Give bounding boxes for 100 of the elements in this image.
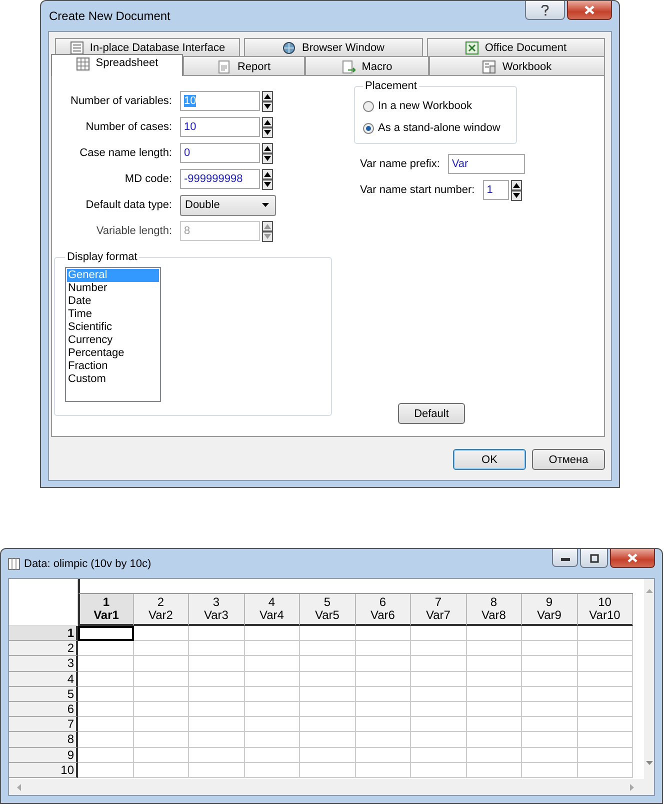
grid-cell[interactable]: [78, 732, 134, 748]
grid-cell[interactable]: [522, 641, 578, 656]
grid-cell[interactable]: [578, 702, 633, 718]
column-header[interactable]: 10 Var10: [578, 594, 633, 626]
text-field[interactable]: Var: [448, 154, 525, 174]
grid-cell[interactable]: [522, 732, 578, 748]
grid-cell[interactable]: [78, 656, 134, 672]
grid-cell[interactable]: [466, 732, 522, 748]
grid-cell[interactable]: [356, 748, 411, 763]
list-item[interactable]: Date: [67, 295, 159, 308]
grid-cell[interactable]: [578, 672, 633, 687]
grid-cell[interactable]: [134, 748, 189, 763]
grid-cell[interactable]: [78, 717, 134, 732]
grid-cell[interactable]: [300, 748, 356, 763]
grid-cell[interactable]: [244, 686, 300, 702]
grid-cell[interactable]: [134, 762, 189, 778]
row-header[interactable]: 6: [9, 702, 78, 718]
help-button[interactable]: [525, 1, 565, 20]
grid-cell[interactable]: [189, 702, 244, 718]
column-header[interactable]: 3 Var3: [189, 594, 244, 626]
spinner-button[interactable]: [510, 180, 522, 200]
spinner-button[interactable]: [262, 90, 273, 112]
tab[interactable]: Workbook: [429, 56, 605, 76]
tab[interactable]: Browser Window: [244, 38, 422, 56]
grid-cell[interactable]: [356, 717, 411, 732]
grid-cell[interactable]: [244, 762, 300, 778]
grid-cell[interactable]: [466, 748, 522, 763]
grid-cell[interactable]: [411, 656, 466, 672]
horizontal-scrollbar[interactable]: [9, 779, 654, 795]
grid-cell[interactable]: [356, 732, 411, 748]
grid-cell[interactable]: [578, 656, 633, 672]
row-header[interactable]: 7: [9, 717, 78, 732]
spinner-button[interactable]: [262, 168, 273, 190]
column-header[interactable]: 6 Var6: [356, 594, 411, 626]
grid-cell[interactable]: [466, 656, 522, 672]
grid-cell[interactable]: [522, 672, 578, 687]
dialog-button[interactable]: Отмена: [532, 449, 605, 470]
grid-cell[interactable]: [189, 762, 244, 778]
grid-cell[interactable]: [466, 717, 522, 732]
grid-cell[interactable]: [466, 626, 522, 642]
grid-cell[interactable]: [356, 626, 411, 642]
active-cell[interactable]: [78, 626, 134, 642]
grid-cell[interactable]: [78, 762, 134, 778]
grid-cell[interactable]: [466, 686, 522, 702]
grid-cell[interactable]: [134, 641, 189, 656]
spinner-button[interactable]: [262, 116, 273, 138]
grid-cell[interactable]: [244, 672, 300, 687]
minimize-button[interactable]: [552, 549, 578, 567]
grid-cell[interactable]: [189, 672, 244, 687]
grid-cell[interactable]: [78, 748, 134, 763]
grid-cell[interactable]: [411, 717, 466, 732]
radio-button[interactable]: [363, 100, 374, 112]
grid-cell[interactable]: [300, 626, 356, 642]
grid-cell[interactable]: [244, 732, 300, 748]
tab[interactable]: Office Document: [426, 38, 605, 56]
grid-cell[interactable]: [189, 626, 244, 642]
dialog-button[interactable]: OK: [453, 449, 526, 470]
grid-cell[interactable]: [578, 641, 633, 656]
dropdown[interactable]: Double: [180, 194, 276, 216]
grid-cell[interactable]: [134, 626, 189, 642]
radio-button[interactable]: [363, 122, 374, 134]
number-field[interactable]: 1: [482, 180, 509, 200]
row-header[interactable]: 4: [9, 672, 78, 687]
grid-cell[interactable]: [134, 656, 189, 672]
grid-cell[interactable]: [189, 686, 244, 702]
grid-cell[interactable]: [522, 717, 578, 732]
grid-cell[interactable]: [356, 762, 411, 778]
grid-cell[interactable]: [522, 656, 578, 672]
default-button[interactable]: Default: [398, 403, 465, 424]
spinner-button[interactable]: [262, 142, 273, 164]
column-header[interactable]: 9 Var9: [522, 594, 578, 626]
grid-cell[interactable]: [578, 732, 633, 748]
restore-button[interactable]: [580, 549, 608, 568]
grid-cell[interactable]: [411, 702, 466, 718]
grid-cell[interactable]: [244, 748, 300, 763]
grid-cell[interactable]: [356, 656, 411, 672]
grid-cell[interactable]: [578, 626, 633, 642]
grid-cell[interactable]: [411, 748, 466, 763]
grid-cell[interactable]: [578, 762, 633, 778]
grid-cell[interactable]: [189, 717, 244, 732]
grid-cell[interactable]: [189, 656, 244, 672]
column-header[interactable]: 7 Var7: [411, 594, 466, 626]
grid-cell[interactable]: [411, 732, 466, 748]
row-header[interactable]: 3: [9, 656, 78, 672]
grid-cell[interactable]: [300, 656, 356, 672]
row-header[interactable]: 5: [9, 686, 78, 702]
row-header[interactable]: 8: [9, 732, 78, 748]
grid-cell[interactable]: [300, 686, 356, 702]
grid-cell[interactable]: [189, 732, 244, 748]
grid-cell[interactable]: [244, 702, 300, 718]
grid-cell[interactable]: [466, 641, 522, 656]
grid-cell[interactable]: [244, 626, 300, 642]
grid-cell[interactable]: [522, 762, 578, 778]
grid-cell[interactable]: [466, 702, 522, 718]
vertical-scrollbar[interactable]: [644, 579, 654, 779]
number-field[interactable]: 10: [180, 117, 260, 137]
grid-cell[interactable]: [244, 656, 300, 672]
tab[interactable]: Spreadsheet: [51, 54, 183, 76]
grid-cell[interactable]: [300, 702, 356, 718]
grid-cell[interactable]: [300, 672, 356, 687]
